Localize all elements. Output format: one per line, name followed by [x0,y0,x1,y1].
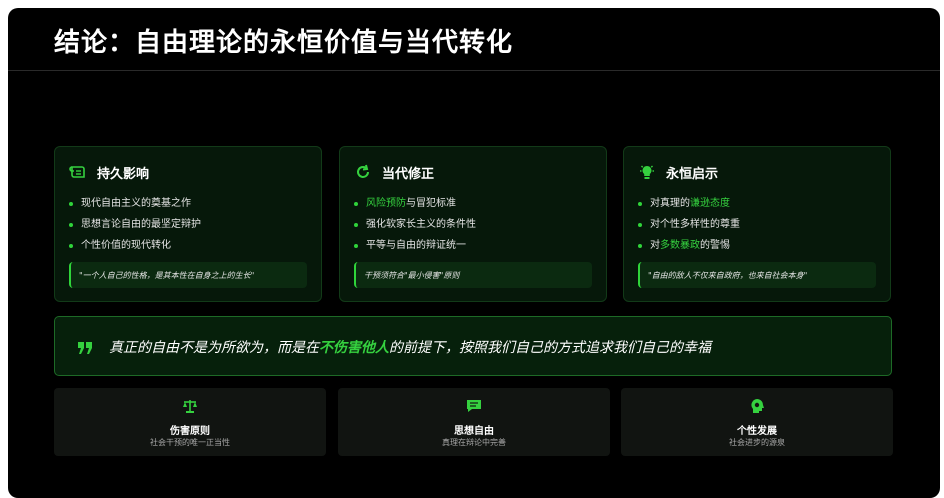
banner-emphasis: 不伤害他人 [319,340,389,356]
card-quote: "自由的敌人不仅来自政府，也来自社会本身" [638,262,876,288]
bullet-dot [638,243,642,248]
page-title: 结论：自由理论的永恒价值与当代转化 [54,28,514,58]
bullet-dot [69,222,73,227]
principle-name: 伤害原则 [170,426,210,437]
bullet-dot [354,201,358,206]
bullet-dot [638,201,642,206]
banner-text: 真正的自由不是为所欲为，而是在不伤害他人的前提下，按照我们自己的方式追求我们自己… [109,337,711,357]
refresh-icon [354,163,372,181]
bullet-list: 风险预防 与冒犯标准 强化软家长主义的条件性 平等与自由的辩证统一 [354,193,476,256]
bullet-dot [638,222,642,227]
bullet-dot [69,243,73,248]
list-item: 对多数暴政 的警惕 [638,235,740,256]
quote-icon [77,340,93,354]
item-text: 对真理的 [650,197,690,209]
principle-name: 思想自由 [454,426,494,437]
title-bar: 结论：自由理论的永恒价值与当代转化 [8,8,940,71]
lightbulb-icon [638,163,656,181]
item-text: 对个性多样性的尊重 [650,218,740,230]
bullet-dot [354,243,358,248]
principle-harm: 伤害原则 社会干预的唯一正当性 [54,388,326,456]
list-item: 现代自由主义的奠基之作 [69,193,201,214]
item-text: 个性价值的现代转化 [81,239,171,251]
balance-scale-icon [182,398,198,414]
principle-name: 个性发展 [737,426,777,437]
list-item: 对个性多样性的尊重 [638,214,740,235]
slide: 结论：自由理论的永恒价值与当代转化 持久影响 现代自由主义的奠基之作 思想言论自… [8,8,940,498]
principle-desc: 真理在辩论中完善 [442,438,506,447]
item-highlight: 多数暴政 [660,239,700,251]
bullet-list: 现代自由主义的奠基之作 思想言论自由的最坚定辩护 个性价值的现代转化 [69,193,201,256]
bullet-dot [354,222,358,227]
item-text: 对 [650,239,660,251]
list-item: 强化软家长主义的条件性 [354,214,476,235]
card-header: 永恒启示 [638,163,719,182]
item-text: 思想言论自由的最坚定辩护 [81,218,201,230]
card-header: 持久影响 [69,163,150,182]
principle-thought: 思想自由 真理在辩论中完善 [338,388,610,456]
principle-individuality: 个性发展 社会进步的源泉 [621,388,893,456]
card-title: 持久影响 [97,166,150,182]
item-text: 现代自由主义的奠基之作 [81,197,191,209]
item-text: 平等与自由的辩证统一 [366,239,466,251]
card-quote: "一个人自己的性格，是其本性在自身之上的生长" [69,262,307,288]
card-title: 永恒启示 [666,166,719,182]
scroll-icon [69,163,87,181]
item-highlight: 风险预防 [366,197,406,209]
card-lasting-impact: 持久影响 现代自由主义的奠基之作 思想言论自由的最坚定辩护 个性价值的现代转化 … [54,146,322,302]
list-item: 风险预防 与冒犯标准 [354,193,476,214]
card-eternal-insight: 永恒启示 对真理的 谦逊态度 对个性多样性的尊重 对多数暴政 的警惕 "自由的敌人不… [623,146,891,302]
list-item: 思想言论自由的最坚定辩护 [69,214,201,235]
principle-desc: 社会干预的唯一正当性 [150,438,230,447]
list-item: 对真理的 谦逊态度 [638,193,740,214]
item-highlight: 谦逊态度 [690,197,730,209]
bullet-dot [69,201,73,206]
head-bulb-icon [749,398,765,414]
key-quote-banner: 真正的自由不是为所欲为，而是在不伤害他人的前提下，按照我们自己的方式追求我们自己… [54,316,892,376]
item-text: 的警惕 [700,239,730,251]
item-text: 强化软家长主义的条件性 [366,218,476,230]
card-quote: 干预须符合"最小侵害"原则 [354,262,592,288]
principle-desc: 社会进步的源泉 [729,438,785,447]
card-header: 当代修正 [354,163,435,182]
comment-icon [466,398,482,414]
banner-text-post: 的前提下，按照我们自己的方式追求我们自己的幸福 [389,340,711,356]
banner-text-pre: 真正的自由不是为所欲为，而是在 [109,340,319,356]
card-title: 当代修正 [382,166,435,182]
bullet-list: 对真理的 谦逊态度 对个性多样性的尊重 对多数暴政 的警惕 [638,193,740,256]
list-item: 平等与自由的辩证统一 [354,235,476,256]
card-contemporary-revision: 当代修正 风险预防 与冒犯标准 强化软家长主义的条件性 平等与自由的辩证统一 干预… [339,146,607,302]
item-text: 与冒犯标准 [406,197,456,209]
list-item: 个性价值的现代转化 [69,235,201,256]
